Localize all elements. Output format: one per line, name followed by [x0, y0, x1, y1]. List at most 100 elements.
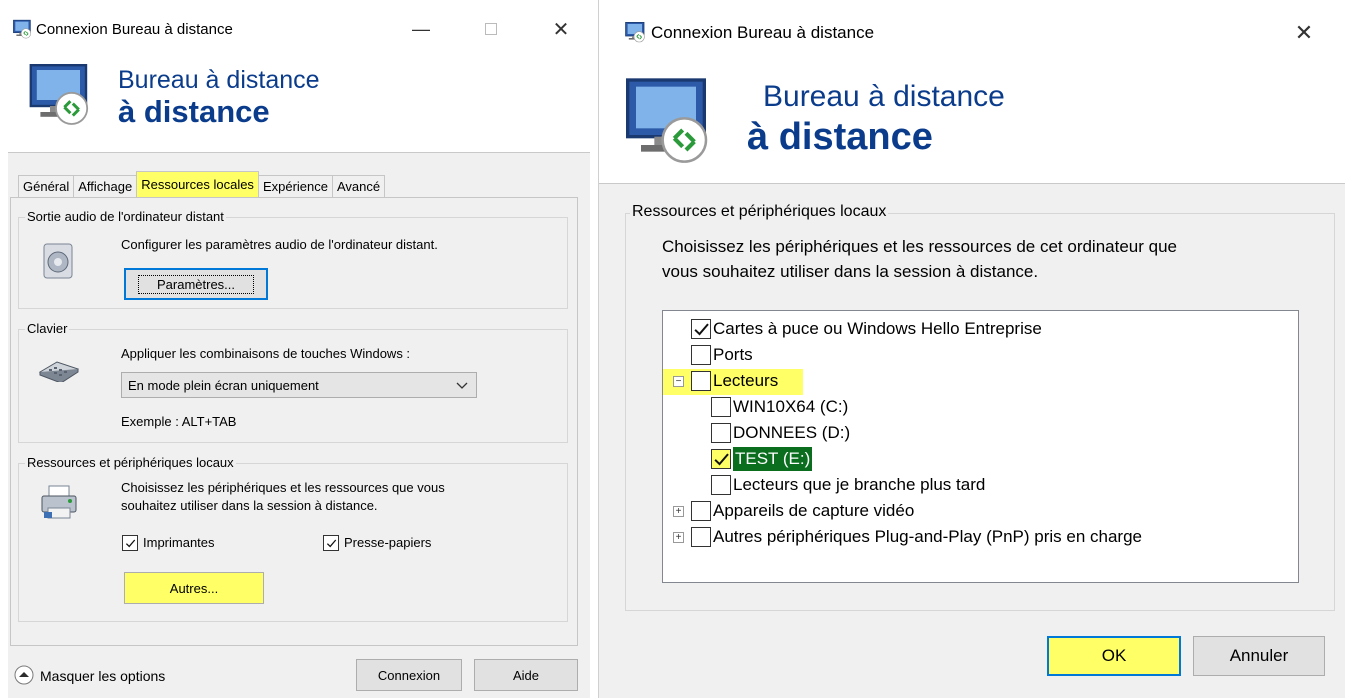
- tree-item-checkbox[interactable]: [691, 371, 711, 391]
- printer-icon: [39, 484, 79, 527]
- keyboard-icon: [37, 358, 81, 387]
- right-rdp-window: Connexion Bureau à distance ✕ Bureau à d…: [598, 0, 1345, 698]
- rdp-banner-icon: [26, 58, 98, 135]
- tree-item-label[interactable]: Lecteurs: [713, 369, 778, 393]
- hide-options-toggle[interactable]: Masquer les options: [40, 668, 165, 684]
- keyboard-example: Exemple : ALT+TAB: [121, 414, 237, 429]
- local-resources-legend: Ressources et périphériques locaux: [630, 203, 889, 221]
- resources-description-line1: Choisissez les périphériques et les ress…: [121, 480, 445, 495]
- devices-tree: Cartes à puce ou Windows Hello Entrepris…: [662, 310, 1299, 583]
- maximize-icon[interactable]: [478, 16, 504, 42]
- banner-title: à distance: [118, 94, 270, 129]
- banner-separator: [8, 152, 590, 153]
- ok-button[interactable]: OK: [1047, 636, 1181, 676]
- banner-subtitle: Bureau à distance: [118, 66, 320, 94]
- tree-item-checkbox[interactable]: [711, 423, 731, 443]
- audio-settings-label: Paramètres...: [137, 274, 255, 294]
- tab-experience[interactable]: Expérience: [257, 175, 333, 197]
- cancel-label: Annuler: [1229, 646, 1289, 665]
- collapse-icon[interactable]: −: [673, 376, 684, 387]
- ok-label: OK: [1101, 646, 1127, 665]
- tab-general[interactable]: Général: [18, 175, 75, 197]
- clipboard-label[interactable]: Presse-papiers: [344, 535, 431, 550]
- tree-item-label[interactable]: Appareils de capture vidéo: [713, 499, 914, 523]
- cancel-button[interactable]: Annuler: [1193, 636, 1325, 676]
- more-resources-label: Autres...: [169, 580, 219, 596]
- audio-settings-button[interactable]: Paramètres...: [124, 268, 268, 300]
- tree-item[interactable]: Lecteurs que je branche plus tard: [663, 473, 1293, 499]
- left-rdp-window: Connexion Bureau à distance — ✕ Bureau à…: [8, 0, 590, 698]
- expand-icon[interactable]: +: [673, 532, 684, 543]
- tree-item-checkbox[interactable]: [711, 449, 731, 469]
- tree-item-label[interactable]: Ports: [713, 343, 753, 367]
- tree-item[interactable]: + Appareils de capture vidéo: [663, 499, 1293, 525]
- tree-item-label[interactable]: Lecteurs que je branche plus tard: [733, 473, 985, 497]
- connect-button[interactable]: Connexion: [356, 659, 462, 691]
- tree-item[interactable]: DONNEES (D:): [663, 421, 1293, 447]
- banner: Bureau à distance à distance: [8, 50, 590, 153]
- rdp-app-icon: [624, 20, 648, 44]
- resources-description-line1: Choisissez les périphériques et les ress…: [662, 237, 1177, 256]
- window-gap: [590, 0, 598, 698]
- expand-icon[interactable]: +: [673, 506, 684, 517]
- connect-label: Connexion: [377, 667, 441, 683]
- collapse-options-icon[interactable]: [14, 665, 34, 690]
- close-icon[interactable]: ✕: [548, 16, 574, 42]
- tree-item-checkbox[interactable]: [691, 527, 711, 547]
- windows-keys-value: En mode plein écran uniquement: [128, 377, 319, 393]
- checkmark-icon: [713, 451, 730, 468]
- local-resources-legend: Ressources et périphériques locaux: [25, 455, 236, 470]
- tab-display[interactable]: Affichage: [73, 175, 138, 197]
- tab-advanced[interactable]: Avancé: [331, 175, 386, 197]
- rdp-app-icon: [12, 18, 34, 40]
- tree-item-checkbox[interactable]: [691, 345, 711, 365]
- window-title: Connexion Bureau à distance: [36, 21, 233, 38]
- rdp-banner-icon: [621, 70, 721, 175]
- banner: Bureau à distance à distance: [599, 60, 1345, 184]
- banner-subtitle: Bureau à distance: [763, 80, 1005, 113]
- tree-item-label[interactable]: DONNEES (D:): [733, 421, 850, 445]
- resources-description-line2: souhaitez utiliser dans la session à dis…: [121, 498, 378, 513]
- keyboard-description: Appliquer les combinaisons de touches Wi…: [121, 346, 411, 361]
- tree-item-checkbox[interactable]: [711, 397, 731, 417]
- tab-strip: Général Affichage Ressources locales Expéri…: [18, 171, 386, 197]
- audio-description: Configurer les paramètres audio de l'ord…: [121, 237, 438, 252]
- chevron-down-icon: [456, 375, 468, 398]
- more-resources-button[interactable]: Autres...: [124, 572, 264, 604]
- printers-label[interactable]: Imprimantes: [143, 535, 215, 550]
- windows-keys-dropdown[interactable]: En mode plein écran uniquement: [121, 372, 477, 398]
- tree-item-label[interactable]: Autres périphériques Plug-and-Play (PnP)…: [713, 525, 1142, 549]
- audio-group-legend: Sortie audio de l'ordinateur distant: [25, 209, 226, 224]
- close-icon[interactable]: ✕: [1289, 18, 1319, 48]
- tree-item-label[interactable]: Cartes à puce ou Windows Hello Entrepris…: [713, 317, 1042, 341]
- keyboard-group: Clavier Appliquer les combinaisons de to…: [18, 321, 568, 443]
- tree-item[interactable]: − Lecteurs: [663, 369, 803, 395]
- minimize-icon[interactable]: —: [408, 16, 434, 42]
- tab-panel-local-resources: Sortie audio de l'ordinateur distant Con…: [10, 197, 578, 646]
- window-title: Connexion Bureau à distance: [651, 23, 875, 42]
- printers-checkbox[interactable]: [122, 535, 138, 551]
- tree-item-label[interactable]: TEST (E:): [733, 447, 813, 471]
- local-resources-group: Ressources et périphériques locaux Chois…: [18, 455, 568, 622]
- clipboard-checkbox[interactable]: [323, 535, 339, 551]
- banner-separator: [599, 183, 1345, 184]
- tree-item[interactable]: Ports: [663, 343, 1293, 369]
- banner-title: à distance: [747, 116, 933, 158]
- tab-local-resources[interactable]: Ressources locales: [136, 171, 259, 197]
- tree-item[interactable]: Cartes à puce ou Windows Hello Entrepris…: [663, 317, 1293, 343]
- tree-item[interactable]: WIN10X64 (C:): [663, 395, 1293, 421]
- tree-item-checkbox[interactable]: [711, 475, 731, 495]
- tree-item[interactable]: + Autres périphériques Plug-and-Play (PnP…: [663, 525, 1293, 551]
- resources-description-line2: vous souhaitez utiliser dans la session …: [662, 262, 1039, 281]
- tree-item-label[interactable]: WIN10X64 (C:): [733, 395, 848, 419]
- local-resources-group: Ressources et périphériques locaux Chois…: [625, 203, 1335, 611]
- tree-item[interactable]: TEST (E:): [663, 447, 1293, 473]
- keyboard-group-legend: Clavier: [25, 321, 70, 336]
- tree-item-checkbox[interactable]: [691, 501, 711, 521]
- speaker-icon: [42, 242, 76, 287]
- right-title-bar: Connexion Bureau à distance ✕: [599, 0, 1345, 60]
- audio-group: Sortie audio de l'ordinateur distant Con…: [18, 209, 568, 309]
- help-button[interactable]: Aide: [474, 659, 578, 691]
- help-label: Aide: [512, 667, 540, 683]
- tree-item-checkbox[interactable]: [691, 319, 711, 339]
